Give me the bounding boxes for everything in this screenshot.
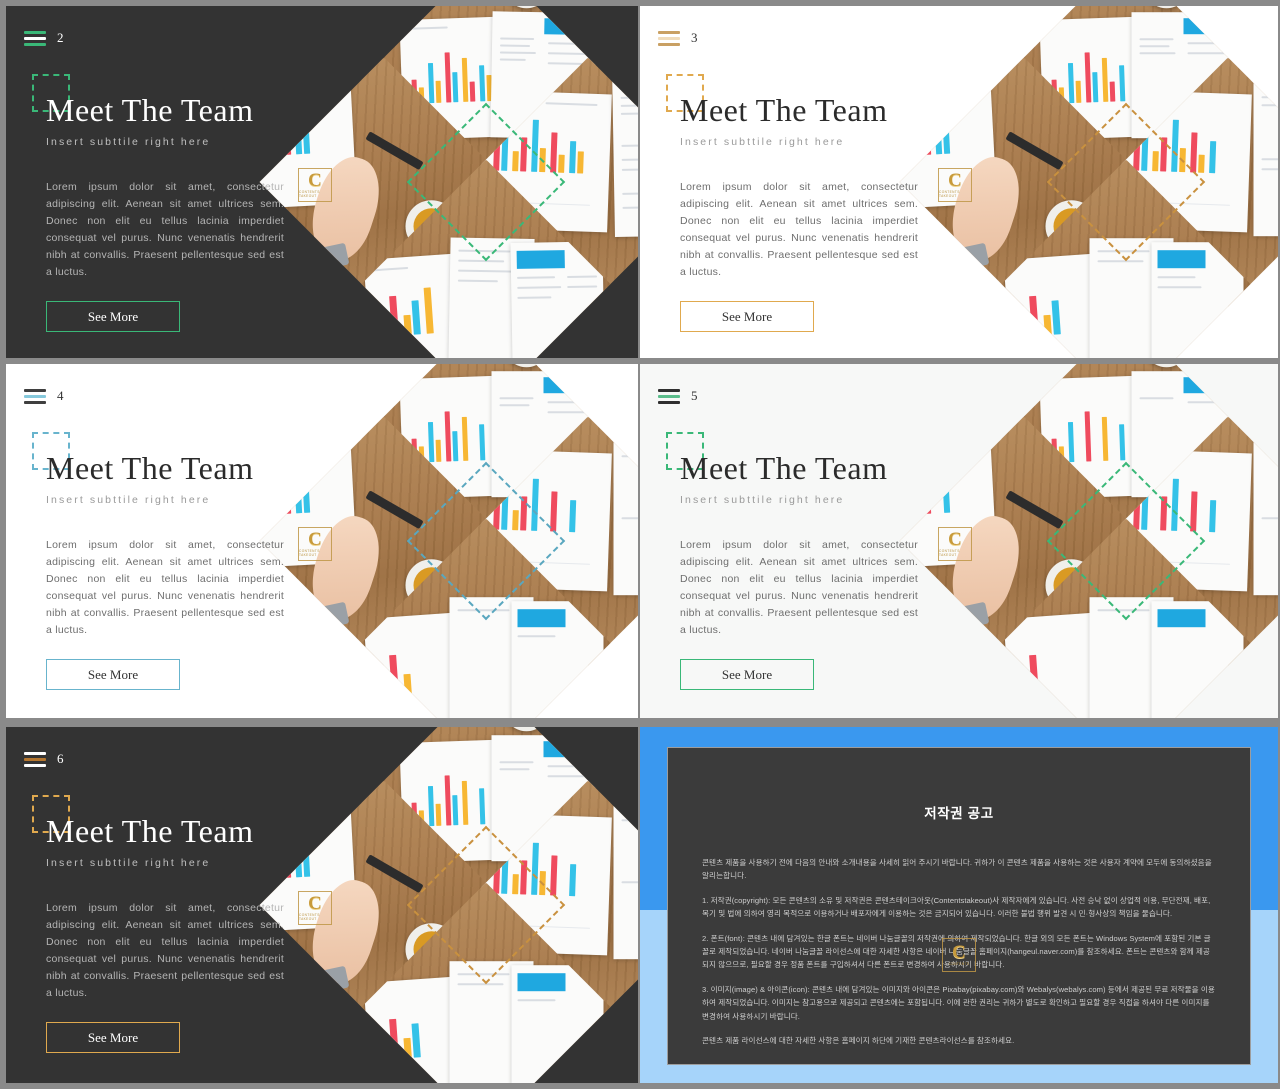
page-title: Meet The Team <box>680 92 888 128</box>
slide-cell-2: 2 C CONTENTS TAKEOUT Meet The Team Inser… <box>0 0 638 362</box>
copyright-title: 저작권 공고 <box>924 806 994 821</box>
slide-3[interactable]: 3 C CONTENTS TAKEOUT Meet The Team Inser… <box>640 6 1278 358</box>
watermark-sub: CONTENTS <box>948 962 970 966</box>
text-block-4: Meet The Team Insert subttile right here… <box>32 432 308 690</box>
image-collage: C CONTENTS TAKEOUT <box>899 6 1278 358</box>
body-text: Lorem ipsum dolor sit amet, consectetur … <box>46 181 284 278</box>
watermark-letter: C <box>308 529 322 550</box>
see-more-button[interactable]: See More <box>46 1022 180 1053</box>
body-text: Lorem ipsum dolor sit amet, consectetur … <box>46 902 284 999</box>
slide-number: 4 <box>57 388 64 403</box>
slide-cell-4: 4 C CONTENTS TAKEOUT Meet The Team Inser… <box>0 362 638 724</box>
copyright-card: 저작권 공고 콘텐츠 제품을 사용하기 전에 다음의 안내와 소개내용을 사세히… <box>667 747 1251 1065</box>
menu-button-2[interactable]: 2 <box>24 30 64 46</box>
text-block-5: Meet The Team Insert subttile right here… <box>666 432 942 690</box>
image-collage: C CONTENTS TAKEOUT <box>259 364 638 718</box>
watermark-logo: C CONTENTS TAKEOUT <box>938 527 972 561</box>
body-text: Lorem ipsum dolor sit amet, consectetur … <box>680 539 918 636</box>
body-text: Lorem ipsum dolor sit amet, consectetur … <box>680 181 918 278</box>
watermark-letter: C <box>308 170 322 191</box>
watermark-logo: C CONTENTS <box>942 938 976 972</box>
page-subtitle: Insert subttile right here <box>46 136 211 148</box>
menu-button-5[interactable]: 5 <box>658 388 698 404</box>
slide-grid: 2 C CONTENTS TAKEOUT Meet The Team Inser… <box>0 0 1280 1089</box>
see-more-button[interactable]: See More <box>46 301 180 332</box>
hamburger-icon[interactable] <box>658 30 680 46</box>
watermark-letter: C <box>948 529 962 550</box>
slide-cell-6: 6 C CONTENTS TAKEOUT Meet The Team Inser… <box>0 724 638 1089</box>
copyright-paragraph: 콘텐츠 제품 라이선스에 대한 자세한 사항은 홈페이지 하단에 기재한 콘텐츠… <box>702 1036 1015 1046</box>
watermark-letter: C <box>308 893 322 914</box>
menu-button-4[interactable]: 4 <box>24 388 64 404</box>
text-block-2: Meet The Team Insert subttile right here… <box>32 74 308 332</box>
slide-cell-5: 5 C CONTENTS TAKEOUT Meet The Team Inser… <box>638 362 1280 724</box>
see-more-button[interactable]: See More <box>680 659 814 690</box>
body-text: Lorem ipsum dolor sit amet, consectetur … <box>46 539 284 636</box>
slide-number: 3 <box>691 30 698 45</box>
image-collage: C CONTENTS TAKEOUT <box>899 364 1278 718</box>
page-title: Meet The Team <box>46 450 254 486</box>
page-subtitle: Insert subttile right here <box>680 494 845 506</box>
see-more-button[interactable]: See More <box>680 301 814 332</box>
image-collage: C CONTENTS TAKEOUT <box>259 6 638 358</box>
copyright-paragraph: 1. 저작권(copyright): 모든 콘텐츠의 소유 및 저작권은 콘텐츠… <box>702 895 1211 919</box>
slide-number: 5 <box>691 388 698 403</box>
slide-6[interactable]: 6 C CONTENTS TAKEOUT Meet The Team Inser… <box>6 727 638 1083</box>
slide-cell-3: 3 C CONTENTS TAKEOUT Meet The Team Inser… <box>638 0 1280 362</box>
slide-2[interactable]: 2 C CONTENTS TAKEOUT Meet The Team Inser… <box>6 6 638 358</box>
page-subtitle: Insert subttile right here <box>46 494 211 506</box>
slide-4[interactable]: 4 C CONTENTS TAKEOUT Meet The Team Inser… <box>6 364 638 718</box>
watermark-sub: CONTENTS TAKEOUT <box>939 190 960 198</box>
page-subtitle: Insert subttile right here <box>680 136 845 148</box>
slide-5[interactable]: 5 C CONTENTS TAKEOUT Meet The Team Inser… <box>640 364 1278 718</box>
hamburger-icon[interactable] <box>658 388 680 404</box>
hamburger-icon[interactable] <box>24 388 46 404</box>
see-more-button[interactable]: See More <box>46 659 180 690</box>
page-title: Meet The Team <box>46 92 254 128</box>
watermark-logo: C CONTENTS TAKEOUT <box>938 168 972 202</box>
watermark-letter: C <box>948 170 962 191</box>
page-subtitle: Insert subttile right here <box>46 857 211 869</box>
image-collage: C CONTENTS TAKEOUT <box>259 727 638 1083</box>
menu-button-6[interactable]: 6 <box>24 751 64 767</box>
copyright-paragraph: 3. 이미지(image) & 아이콘(icon): 콘텐츠 내에 담겨있는 이… <box>702 984 1215 1021</box>
menu-button-3[interactable]: 3 <box>658 30 698 46</box>
page-title: Meet The Team <box>46 813 254 849</box>
watermark-sub: CONTENTS TAKEOUT <box>939 549 960 557</box>
hamburger-icon[interactable] <box>24 30 46 46</box>
slide-number: 2 <box>57 30 64 45</box>
watermark-letter: C <box>952 942 966 963</box>
text-block-6: Meet The Team Insert subttile right here… <box>32 795 308 1053</box>
slide-number: 6 <box>57 751 64 766</box>
copyright-cell: 저작권 공고 콘텐츠 제품을 사용하기 전에 다음의 안내와 소개내용을 사세히… <box>638 724 1280 1089</box>
copyright-paragraph: 콘텐츠 제품을 사용하기 전에 다음의 안내와 소개내용을 사세히 읽어 주시기… <box>702 858 1212 881</box>
copyright-panel: 저작권 공고 콘텐츠 제품을 사용하기 전에 다음의 안내와 소개내용을 사세히… <box>640 727 1278 1083</box>
text-block-3: Meet The Team Insert subttile right here… <box>666 74 942 332</box>
page-title: Meet The Team <box>680 450 888 486</box>
hamburger-icon[interactable] <box>24 751 46 767</box>
